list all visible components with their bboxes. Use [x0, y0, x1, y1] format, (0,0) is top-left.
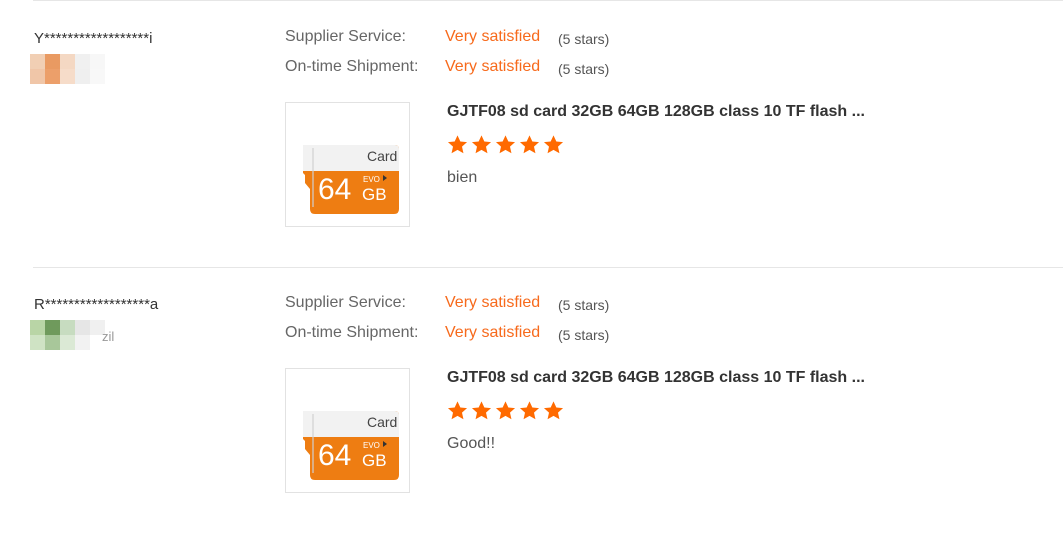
- capacity-label: 64: [318, 439, 351, 472]
- unit-label: GB: [362, 451, 387, 470]
- star-icon: [471, 135, 492, 154]
- brand-label: EVO: [363, 441, 380, 450]
- buyer-name: Y******************i: [34, 30, 153, 47]
- buyer-country: [30, 54, 120, 84]
- supplier-service-value: Very satisfied: [445, 28, 541, 45]
- star-icon: [519, 135, 540, 154]
- review-item: Y******************i Supplier Service: V…: [0, 0, 1063, 250]
- review-item: R******************a zil Supplier Servic…: [0, 266, 1063, 516]
- product-title-link[interactable]: GJTF08 sd card 32GB 64GB 128GB class 10 …: [447, 369, 865, 387]
- review-comment: bien: [447, 169, 478, 186]
- star-icon: [519, 401, 540, 420]
- unit-label: GB: [362, 185, 387, 204]
- shipment-stars: (5 stars): [558, 61, 610, 77]
- card-label: Card: [367, 414, 397, 430]
- sd-card-image: Card 64 EVO GB: [303, 145, 399, 214]
- rating-stars: [446, 134, 565, 156]
- review-comment: Good!!: [447, 435, 496, 452]
- supplier-service-label: Supplier Service:: [285, 294, 406, 311]
- star-icon: [471, 401, 492, 420]
- star-icon: [447, 401, 468, 420]
- supplier-service-value: Very satisfied: [445, 294, 541, 311]
- product-thumbnail[interactable]: Card 64 EVO GB: [285, 368, 410, 493]
- brand-label: EVO: [363, 175, 380, 184]
- shipment-label: On-time Shipment:: [285, 58, 419, 75]
- star-icon: [543, 135, 564, 154]
- reviews-page: Y******************i Supplier Service: V…: [0, 0, 1063, 533]
- supplier-service-stars: (5 stars): [558, 31, 610, 47]
- product-thumbnail[interactable]: Card 64 EVO GB: [285, 102, 410, 227]
- star-icon: [495, 401, 516, 420]
- star-icon: [447, 135, 468, 154]
- star-icon: [495, 135, 516, 154]
- shipment-value: Very satisfied: [445, 324, 541, 341]
- supplier-service-stars: (5 stars): [558, 297, 610, 313]
- buyer-name: R******************a: [34, 296, 159, 313]
- product-title-link[interactable]: GJTF08 sd card 32GB 64GB 128GB class 10 …: [447, 103, 865, 121]
- card-label: Card: [367, 148, 397, 164]
- capacity-label: 64: [318, 173, 351, 206]
- shipment-value: Very satisfied: [445, 58, 541, 75]
- country-flag-blurred: [30, 54, 120, 84]
- country-text: zil: [102, 328, 115, 344]
- supplier-service-label: Supplier Service:: [285, 28, 406, 45]
- rating-stars: [446, 400, 565, 422]
- star-icon: [543, 401, 564, 420]
- shipment-stars: (5 stars): [558, 327, 610, 343]
- sd-card-image: Card 64 EVO GB: [303, 411, 399, 480]
- shipment-label: On-time Shipment:: [285, 324, 419, 341]
- buyer-country: zil: [30, 320, 120, 350]
